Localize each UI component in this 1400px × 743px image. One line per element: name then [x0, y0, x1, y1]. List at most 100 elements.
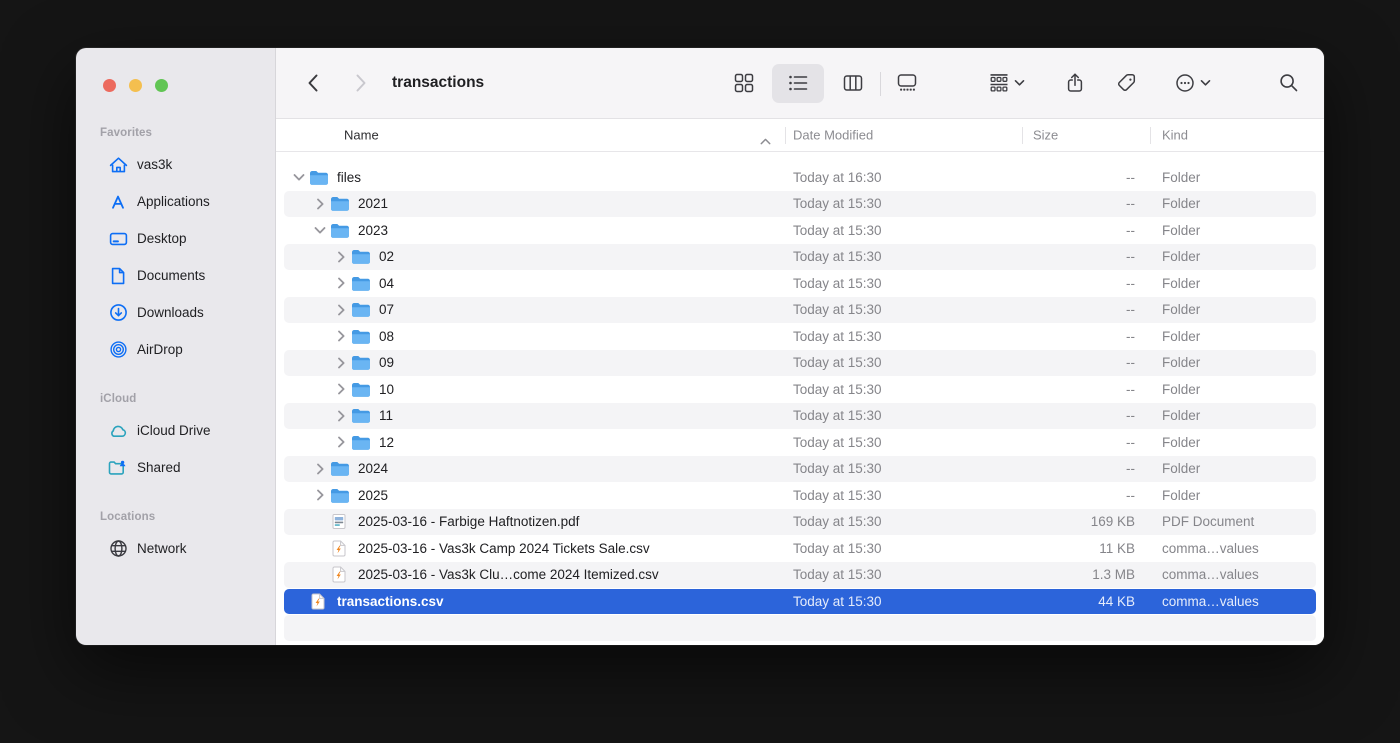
file-row-transactions.csv[interactable]: transactions.csvToday at 15:3044 KBcomma…	[276, 588, 1324, 615]
file-name: 08	[379, 329, 394, 344]
folder-row-10[interactable]: 10Today at 15:30--Folder	[276, 376, 1324, 403]
sidebar-item-desktop[interactable]: Desktop	[84, 220, 267, 257]
folder-icon	[329, 488, 349, 503]
folder-row-11[interactable]: 11Today at 15:30--Folder	[276, 403, 1324, 430]
desktop-icon	[106, 230, 130, 248]
column-kind[interactable]: Kind	[1162, 128, 1188, 143]
folder-row-09[interactable]: 09Today at 15:30--Folder	[276, 350, 1324, 377]
file-row-2025-03-16-farbige-haftnotizen.pdf[interactable]: 2025-03-16 - Farbige Haftnotizen.pdfToda…	[276, 509, 1324, 536]
name-cell: transactions.csv	[292, 588, 444, 615]
csv-file-icon	[329, 540, 349, 557]
sidebar-section-label: iCloud	[76, 386, 275, 412]
toolbar: transactions	[276, 48, 1324, 119]
pdf-file-icon	[329, 513, 349, 530]
folder-icon	[350, 276, 370, 291]
folder-row-07[interactable]: 07Today at 15:30--Folder	[276, 297, 1324, 324]
sidebar-item-vas3k[interactable]: vas3k	[84, 146, 267, 183]
column-divider[interactable]	[1022, 127, 1023, 144]
sidebar-item-label: Downloads	[137, 305, 204, 320]
sidebar-item-label: Applications	[137, 194, 210, 209]
name-cell: 12	[334, 429, 394, 456]
folder-row-2025[interactable]: 2025Today at 15:30--Folder	[276, 482, 1324, 509]
kind-cell: Folder	[1162, 191, 1200, 218]
gallery-view-button[interactable]	[898, 74, 917, 92]
sidebar-item-downloads[interactable]: Downloads	[84, 294, 267, 331]
empty-row-stripe	[276, 615, 1324, 642]
sidebar-item-label: AirDrop	[137, 342, 183, 357]
date-modified-cell: Today at 15:30	[793, 244, 882, 271]
sidebar-item-label: Desktop	[137, 231, 187, 246]
folder-row-files[interactable]: filesToday at 16:30--Folder	[276, 164, 1324, 191]
disclosure-collapsed-icon[interactable]	[334, 436, 348, 448]
kind-cell: Folder	[1162, 482, 1200, 509]
column-date-modified[interactable]: Date Modified	[793, 128, 873, 143]
kind-cell: Folder	[1162, 429, 1200, 456]
disclosure-collapsed-icon[interactable]	[313, 489, 327, 501]
close-window-button[interactable]	[103, 79, 116, 92]
folder-icon	[350, 355, 370, 370]
size-cell: 1.3 MB	[1012, 562, 1135, 589]
disclosure-collapsed-icon[interactable]	[313, 198, 327, 210]
disclosure-collapsed-icon[interactable]	[334, 383, 348, 395]
disclosure-collapsed-icon[interactable]	[334, 251, 348, 263]
date-modified-cell: Today at 16:30	[793, 164, 882, 191]
icon-view-button[interactable]	[735, 74, 754, 93]
tag-button[interactable]	[1118, 74, 1137, 93]
list-view-button[interactable]	[789, 74, 808, 92]
folder-row-2023[interactable]: 2023Today at 15:30--Folder	[276, 217, 1324, 244]
folder-icon	[329, 223, 349, 238]
file-name: 09	[379, 355, 394, 370]
disclosure-expanded-icon[interactable]	[292, 174, 306, 181]
size-cell: --	[1012, 456, 1135, 483]
sidebar-item-label: Network	[137, 541, 187, 556]
sidebar-item-applications[interactable]: Applications	[84, 183, 267, 220]
kind-cell: Folder	[1162, 350, 1200, 377]
disclosure-collapsed-icon[interactable]	[334, 304, 348, 316]
folder-row-2021[interactable]: 2021Today at 15:30--Folder	[276, 191, 1324, 218]
column-divider[interactable]	[1150, 127, 1151, 144]
more-button[interactable]	[1176, 74, 1211, 93]
share-button[interactable]	[1067, 73, 1084, 93]
forward-button[interactable]	[355, 74, 367, 92]
column-name[interactable]: Name	[344, 128, 379, 143]
name-cell: 2025-03-16 - Farbige Haftnotizen.pdf	[313, 509, 579, 536]
name-cell: 09	[334, 350, 394, 377]
folder-row-12[interactable]: 12Today at 15:30--Folder	[276, 429, 1324, 456]
airdrop-icon	[106, 340, 130, 359]
disclosure-collapsed-icon[interactable]	[334, 330, 348, 342]
disclosure-expanded-icon[interactable]	[313, 227, 327, 234]
column-view-button[interactable]	[844, 74, 863, 93]
sidebar-item-icloud-drive[interactable]: iCloud Drive	[84, 412, 267, 449]
zoom-window-button[interactable]	[155, 79, 168, 92]
folder-row-02[interactable]: 02Today at 15:30--Folder	[276, 244, 1324, 271]
column-header: Name Date Modified Size Kind	[276, 119, 1324, 152]
folder-row-2024[interactable]: 2024Today at 15:30--Folder	[276, 456, 1324, 483]
folder-row-08[interactable]: 08Today at 15:30--Folder	[276, 323, 1324, 350]
disclosure-collapsed-icon[interactable]	[334, 277, 348, 289]
file-name: 11	[379, 408, 393, 423]
file-row-2025-03-16-vas3k-clu-come-2024-itemized.csv[interactable]: 2025-03-16 - Vas3k Clu…come 2024 Itemize…	[276, 562, 1324, 589]
sidebar-item-documents[interactable]: Documents	[84, 257, 267, 294]
kind-cell: Folder	[1162, 217, 1200, 244]
kind-cell: comma…values	[1162, 535, 1259, 562]
sidebar-item-airdrop[interactable]: AirDrop	[84, 331, 267, 368]
column-size[interactable]: Size	[1033, 128, 1058, 143]
disclosure-collapsed-icon[interactable]	[313, 463, 327, 475]
sidebar-item-network[interactable]: Network	[84, 530, 267, 567]
sidebar-item-shared[interactable]: Shared	[84, 449, 267, 486]
disclosure-collapsed-icon[interactable]	[334, 357, 348, 369]
file-row-2025-03-16-vas3k-camp-2024-tickets-sale.csv[interactable]: 2025-03-16 - Vas3k Camp 2024 Tickets Sal…	[276, 535, 1324, 562]
folder-row-04[interactable]: 04Today at 15:30--Folder	[276, 270, 1324, 297]
group-button[interactable]	[990, 74, 1025, 93]
disclosure-collapsed-icon[interactable]	[334, 410, 348, 422]
file-name: 07	[379, 302, 394, 317]
kind-cell: Folder	[1162, 376, 1200, 403]
column-divider[interactable]	[785, 127, 786, 144]
date-modified-cell: Today at 15:30	[793, 482, 882, 509]
minimize-window-button[interactable]	[129, 79, 142, 92]
size-cell: 44 KB	[1012, 588, 1135, 615]
date-modified-cell: Today at 15:30	[793, 588, 882, 615]
back-button[interactable]	[307, 74, 319, 92]
search-button[interactable]	[1280, 74, 1299, 93]
csv-file-icon	[329, 566, 349, 583]
